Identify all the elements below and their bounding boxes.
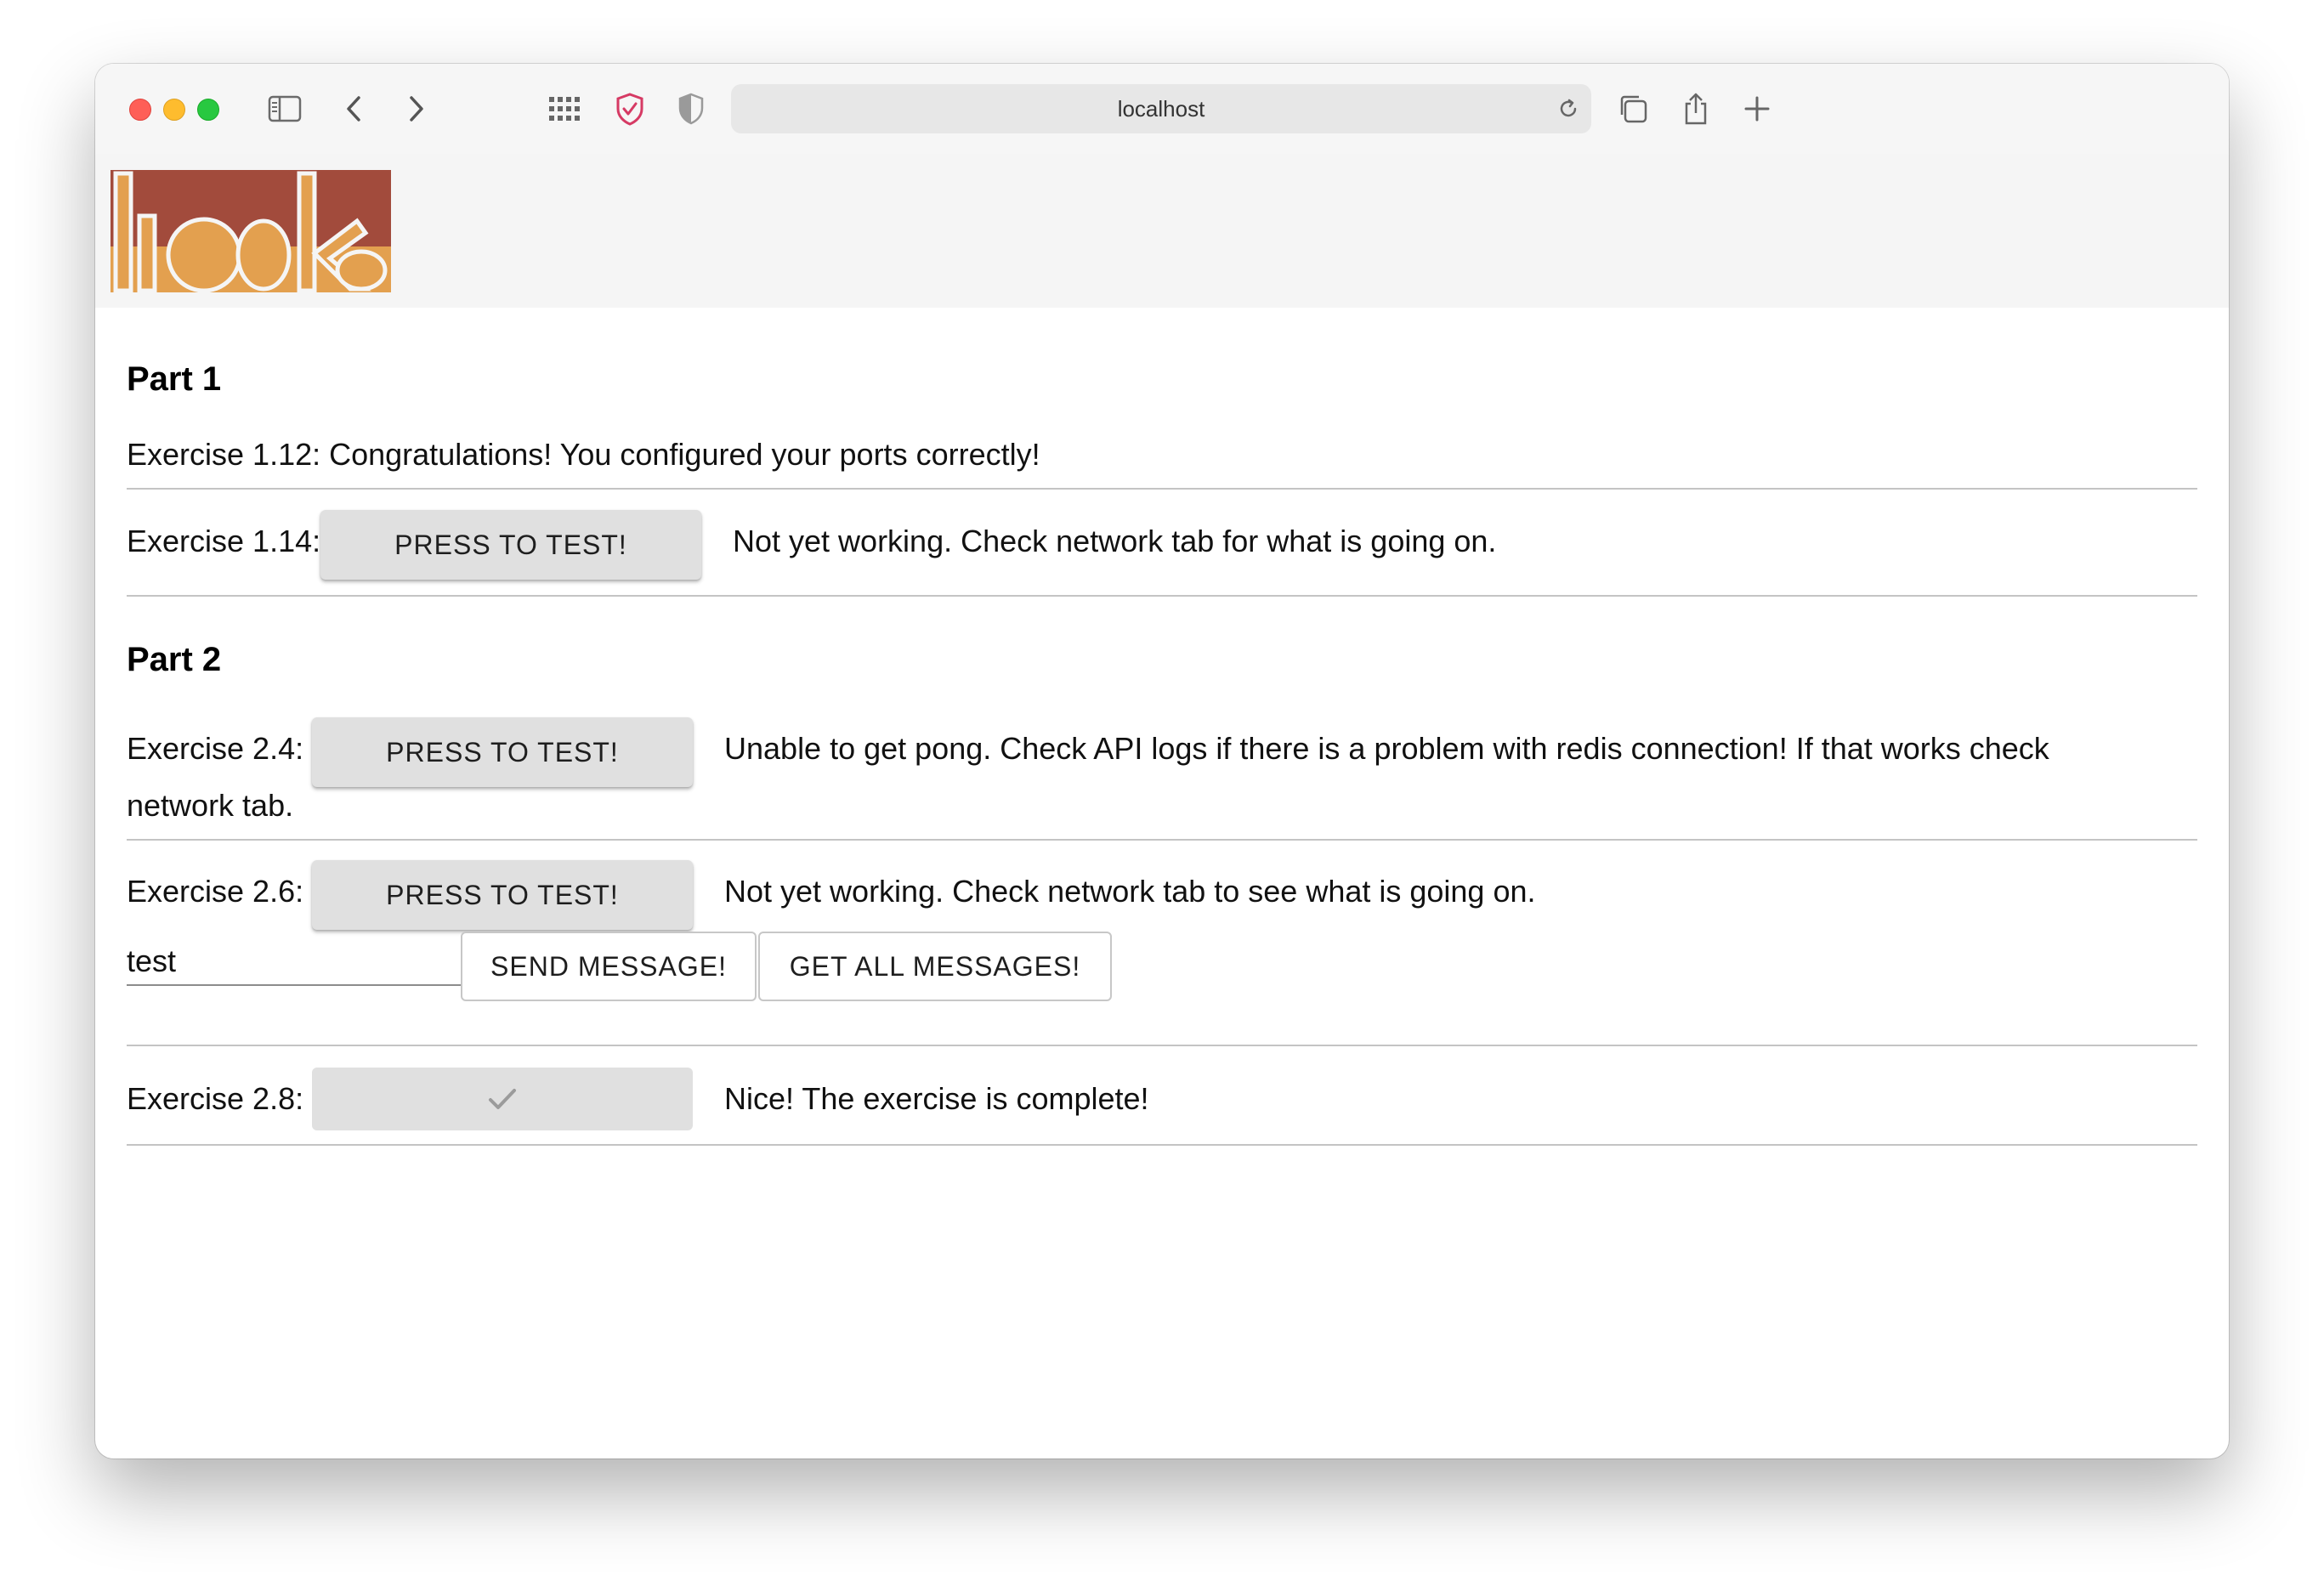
browser-toolbar: localhost <box>95 64 2229 156</box>
checkmark-icon <box>489 1089 516 1109</box>
app-header <box>95 154 2229 308</box>
exercise-2-4-status: Unable to get pong. Check API logs if th… <box>724 731 2049 766</box>
forward-icon[interactable] <box>396 89 435 128</box>
share-icon[interactable] <box>1676 89 1715 128</box>
get-all-messages-button[interactable]: GET ALL MESSAGES! <box>758 932 1112 1001</box>
minimize-window-button[interactable] <box>163 99 185 121</box>
sidebar-icon[interactable] <box>265 89 304 128</box>
shield-check-icon[interactable] <box>610 89 649 128</box>
zoom-window-button[interactable] <box>197 99 219 121</box>
exercise-2-8-complete-button <box>312 1068 693 1130</box>
close-window-button[interactable] <box>129 99 151 121</box>
part1-heading: Part 1 <box>127 360 222 398</box>
toska-logo[interactable] <box>111 170 391 293</box>
tabs-icon[interactable] <box>1613 89 1652 128</box>
divider <box>127 839 2197 841</box>
half-shield-icon[interactable] <box>672 89 711 128</box>
url-text: localhost <box>1117 96 1205 122</box>
divider <box>127 595 2197 597</box>
exercise-2-4-label: Exercise 2.4: <box>127 731 304 766</box>
exercise-2-4-test-button[interactable]: PRESS TO TEST! <box>312 717 693 787</box>
reload-icon[interactable] <box>1552 93 1584 125</box>
exercise-2-4-status-continued: network tab. <box>127 788 294 823</box>
divider <box>127 1045 2197 1046</box>
browser-window: localhost Part 1 Exercise 1.12: Congratu… <box>95 64 2229 1459</box>
grid-icon[interactable] <box>545 89 584 128</box>
exercise-2-6-label: Exercise 2.6: <box>127 874 304 909</box>
exercise-1-12-text: Exercise 1.12: Congratulations! You conf… <box>127 437 1040 472</box>
exercise-1-14-test-button[interactable]: PRESS TO TEST! <box>320 510 701 580</box>
part2-heading: Part 2 <box>127 641 222 678</box>
exercise-2-6-test-button[interactable]: PRESS TO TEST! <box>312 860 693 930</box>
message-input[interactable]: test <box>127 933 461 986</box>
divider <box>127 488 2197 490</box>
exercise-2-8-status: Nice! The exercise is complete! <box>724 1081 1149 1116</box>
back-icon[interactable] <box>335 89 374 128</box>
exercise-2-6-status: Not yet working. Check network tab to se… <box>724 874 1536 909</box>
divider <box>127 1144 2197 1146</box>
exercise-1-14-label: Exercise 1.14: <box>127 524 321 558</box>
exercise-2-8-label: Exercise 2.8: <box>127 1081 304 1116</box>
address-bar[interactable]: localhost <box>731 84 1591 133</box>
exercise-1-14-status: Not yet working. Check network tab for w… <box>733 524 1497 558</box>
send-message-button[interactable]: SEND MESSAGE! <box>461 932 757 1001</box>
new-tab-icon[interactable] <box>1737 89 1777 128</box>
